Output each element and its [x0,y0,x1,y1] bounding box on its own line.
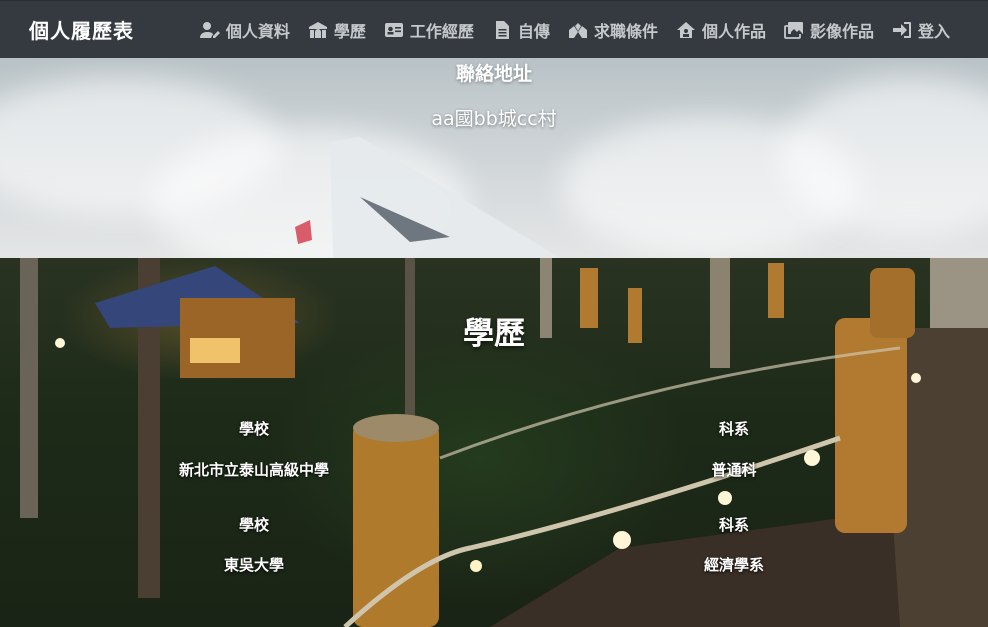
nav-item-autobiography[interactable]: 自傳 [492,18,550,42]
department-value: 經濟學系 [703,556,764,574]
department-value: 普通科 [711,461,757,479]
education-title: 學歷 [463,316,525,352]
school-value: 新北市立泰山高級中學 [178,461,329,479]
nav-item-label: 學歷 [333,21,366,41]
education-section: 學歷 學校 科系 新北市立泰山高級中學 普通科 學校 科系 東吳大學 經濟學系 [0,258,988,627]
school-header: 學校 [238,420,269,438]
nav-item-label: 求職條件 [593,21,658,41]
department-header: 科系 [718,516,749,534]
nav-item-label: 自傳 [517,21,550,41]
user-edit-icon [199,21,220,38]
nav-item-label: 個人資料 [225,21,290,41]
contact-section: 聯絡地址 aa國bb城cc村 [0,57,988,258]
contact-title: 聯絡地址 [455,63,532,85]
nav-menu: 個人資料 學歷 工作經歷 自傳 求職條件 個人作品 影像作品 登入 [199,1,950,58]
department-header: 科系 [718,420,749,438]
images-icon [784,21,803,39]
id-card-icon [384,22,403,37]
sign-in-icon [892,21,911,38]
airplane-wing-image [295,137,561,258]
school-header: 學校 [238,516,269,534]
nav-item-profile[interactable]: 個人資料 [199,18,290,42]
house-user-icon [676,21,695,38]
handshake-icon [568,22,587,38]
navbar: 個人履歷表 個人資料 學歷 工作經歷 自傳 求職條件 個人作品 影像作品 登入 [0,0,988,58]
nav-item-label: 工作經歷 [409,21,474,41]
school-value: 東吳大學 [223,556,284,574]
navbar-brand[interactable]: 個人履歷表 [29,15,134,44]
nav-item-label: 登入 [917,21,950,41]
nav-item-education[interactable]: 學歷 [308,18,366,42]
nav-item-works[interactable]: 個人作品 [676,18,766,42]
document-icon [495,20,509,39]
nav-item-label: 個人作品 [701,21,766,41]
nav-item-job-conditions[interactable]: 求職條件 [568,18,658,42]
nav-item-label: 影像作品 [809,21,874,41]
school-icon [308,21,327,38]
nav-item-login[interactable]: 登入 [892,18,950,42]
contact-address: aa國bb城cc村 [431,108,557,130]
nav-item-images[interactable]: 影像作品 [784,18,874,42]
nav-item-work[interactable]: 工作經歷 [384,18,474,42]
